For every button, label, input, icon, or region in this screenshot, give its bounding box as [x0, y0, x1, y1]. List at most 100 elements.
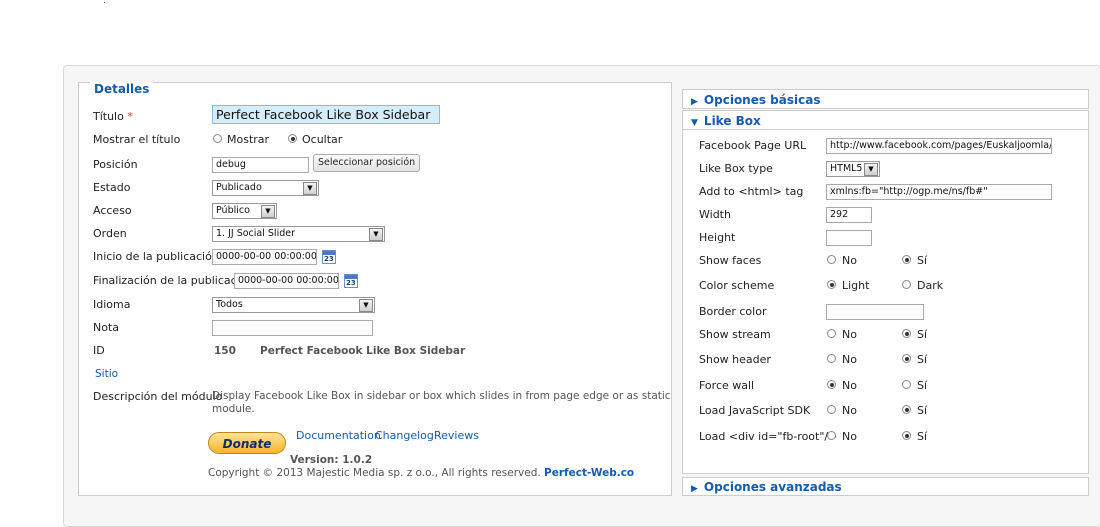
- color-dark-label: Dark: [917, 279, 944, 292]
- mostrar-radio[interactable]: [213, 134, 222, 143]
- show-stream-label: Show stream: [699, 328, 771, 341]
- orden-select[interactable]: 1. JJ Social Slider ▼: [212, 226, 385, 242]
- documentation-link[interactable]: Documentation: [296, 429, 381, 442]
- color-light-label: Light: [842, 279, 870, 292]
- orden-value: 1. JJ Social Slider: [216, 228, 295, 239]
- show-faces-label: Show faces: [699, 254, 762, 267]
- triangle-right-icon: ▶: [691, 484, 698, 494]
- detalles-legend: Detalles: [90, 82, 154, 96]
- show-faces-no-radio[interactable]: [827, 255, 836, 264]
- color-scheme-label: Color scheme: [699, 279, 775, 292]
- chevron-down-icon: ▼: [864, 163, 878, 176]
- color-dark-radio[interactable]: [902, 280, 911, 289]
- color-light-radio[interactable]: [827, 280, 836, 289]
- height-input[interactable]: [826, 230, 872, 246]
- like-box-header[interactable]: ▼ Like Box: [691, 114, 761, 128]
- force-wall-si-radio[interactable]: [902, 380, 911, 389]
- id-value: 150: [214, 345, 236, 357]
- show-header-si-label: Sí: [917, 353, 928, 366]
- like-box-type-label: Like Box type: [699, 162, 773, 175]
- facebook-page-url-label: Facebook Page URL: [699, 139, 807, 152]
- load-fb-root-no-radio[interactable]: [827, 431, 836, 440]
- load-fb-root-si-label: Sí: [917, 430, 928, 443]
- inicio-publicacion-input[interactable]: 0000-00-00 00:00:00: [212, 249, 317, 265]
- show-stream-no-radio[interactable]: [827, 329, 836, 338]
- required-star: *: [127, 110, 133, 123]
- force-wall-label: Force wall: [699, 379, 755, 392]
- show-header-label: Show header: [699, 353, 771, 366]
- html-tag-input[interactable]: xmlns:fb="http://ogp.me/ns/fb#": [826, 184, 1052, 200]
- load-fb-root-label: Load <div id="fb-root"/>: [699, 430, 838, 443]
- load-js-sdk-si-radio[interactable]: [902, 405, 911, 414]
- show-header-si-radio[interactable]: [902, 354, 911, 363]
- descripcion-label: Descripción del módulo: [93, 390, 223, 403]
- finalizacion-publicacion-label: Finalización de la publicación: [93, 274, 254, 287]
- load-js-sdk-no-radio[interactable]: [827, 405, 836, 414]
- load-js-sdk-no-label: No: [842, 404, 857, 417]
- finalizacion-publicacion-input[interactable]: 0000-00-00 00:00:00: [234, 273, 339, 289]
- inicio-publicacion-label: Inicio de la publicación: [93, 250, 219, 263]
- chevron-down-icon: ▼: [303, 182, 317, 195]
- acceso-select[interactable]: Público ▼: [212, 203, 277, 219]
- perfect-web-link[interactable]: Perfect-Web.co: [544, 467, 634, 479]
- height-label: Height: [699, 231, 736, 244]
- calendar-icon[interactable]: 23: [322, 250, 336, 264]
- estado-label: Estado: [93, 181, 131, 194]
- orden-label: Orden: [93, 227, 127, 240]
- border-color-input[interactable]: [826, 304, 924, 320]
- load-fb-root-no-label: No: [842, 430, 857, 443]
- show-stream-si-radio[interactable]: [902, 329, 911, 338]
- opciones-avanzadas-header[interactable]: ▶ Opciones avanzadas: [691, 480, 842, 494]
- load-js-sdk-si-label: Sí: [917, 404, 928, 417]
- force-wall-no-label: No: [842, 379, 857, 392]
- show-stream-no-label: No: [842, 328, 857, 341]
- acceso-label: Acceso: [93, 204, 132, 217]
- like-box-type-value: HTML5: [830, 163, 863, 174]
- html-tag-label: Add to <html> tag: [699, 185, 804, 198]
- nota-input[interactable]: [212, 320, 373, 336]
- titulo-label: Título *: [93, 110, 133, 123]
- version-text: Version: 1.0.2: [290, 454, 373, 466]
- facebook-page-url-input[interactable]: http://www.facebook.com/pages/Euskaljoom…: [826, 138, 1052, 154]
- changelog-link[interactable]: Changelog: [375, 429, 434, 442]
- reviews-link[interactable]: Reviews: [434, 429, 479, 442]
- show-stream-si-label: Sí: [917, 328, 928, 341]
- descripcion-line-1: Display Facebook Like Box in sidebar or …: [212, 390, 671, 402]
- sitio-label: Sitio: [95, 368, 119, 380]
- divider: [683, 129, 1088, 130]
- donate-button[interactable]: Donate: [208, 432, 286, 454]
- show-faces-si-radio[interactable]: [902, 255, 911, 264]
- chevron-down-icon: ▼: [369, 228, 383, 241]
- ocultar-option-label: Ocultar: [302, 133, 343, 146]
- id-label: ID: [93, 344, 105, 357]
- show-faces-no-label: No: [842, 254, 857, 267]
- estado-select[interactable]: Publicado ▼: [212, 180, 319, 196]
- load-fb-root-si-radio[interactable]: [902, 431, 911, 440]
- mostrar-option-label: Mostrar: [227, 133, 270, 146]
- seleccionar-posicion-button[interactable]: Seleccionar posición: [313, 154, 421, 172]
- idioma-select[interactable]: Todos ▼: [212, 297, 375, 313]
- opciones-basicas-header[interactable]: ▶ Opciones básicas: [691, 93, 820, 107]
- id-module-title: Perfect Facebook Like Box Sidebar: [260, 345, 466, 357]
- posicion-input[interactable]: debug: [212, 157, 309, 173]
- width-input[interactable]: 292: [826, 207, 872, 223]
- load-js-sdk-label: Load JavaScript SDK: [699, 404, 811, 417]
- calendar-icon[interactable]: 23: [344, 274, 358, 288]
- chevron-down-icon: ▼: [261, 205, 275, 218]
- stray-dot: [104, 2, 105, 3]
- force-wall-no-radio[interactable]: [827, 380, 836, 389]
- show-header-no-radio[interactable]: [827, 354, 836, 363]
- nota-label: Nota: [93, 321, 120, 334]
- estado-value: Publicado: [216, 182, 262, 193]
- show-faces-si-label: Sí: [917, 254, 928, 267]
- width-label: Width: [699, 208, 731, 221]
- idioma-label: Idioma: [93, 298, 131, 311]
- triangle-down-icon: ▼: [691, 118, 698, 128]
- titulo-input[interactable]: Perfect Facebook Like Box Sidebar: [212, 105, 440, 124]
- acceso-value: Público: [216, 205, 250, 216]
- force-wall-si-label: Sí: [917, 379, 928, 392]
- ocultar-radio[interactable]: [288, 134, 297, 143]
- mostrar-titulo-label: Mostrar el título: [93, 133, 181, 146]
- like-box-type-select[interactable]: HTML5 ▼: [826, 161, 880, 177]
- triangle-right-icon: ▶: [691, 97, 698, 107]
